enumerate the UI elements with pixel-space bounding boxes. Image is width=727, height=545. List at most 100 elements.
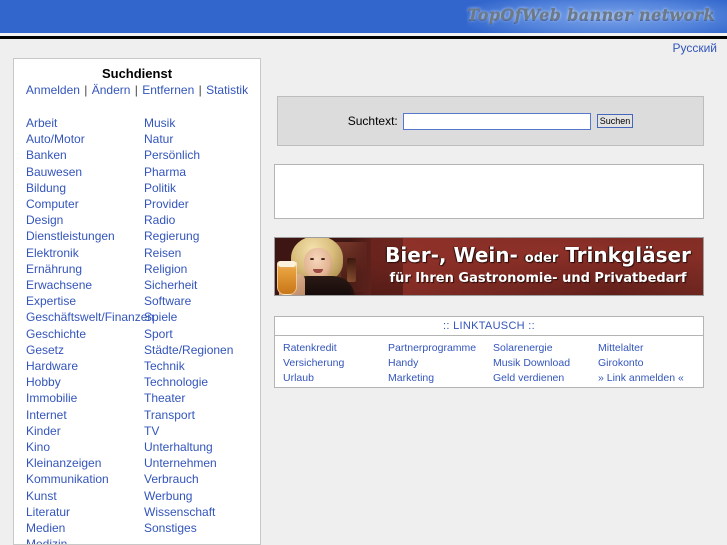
search-results-panel	[274, 164, 704, 219]
link-exchange-column-2: Partnerprogramme Handy Marketing	[388, 341, 493, 386]
category-link-software[interactable]: Software	[144, 293, 260, 309]
link-exchange-column-4: Mittelalter Girokonto» Link anmelden «	[598, 341, 703, 386]
category-link-expertise[interactable]: Expertise	[26, 293, 144, 309]
link-exchange-grid: Ratenkredit Versicherung Urlaub Partnerprog…	[275, 336, 703, 386]
category-link-ernährung[interactable]: Ernährung	[26, 261, 144, 277]
link-exchange-link-solarenergie[interactable]: Solarenergie	[493, 341, 598, 356]
ad-photo-beer-foam	[278, 261, 296, 267]
category-link-kleinanzeigen[interactable]: Kleinanzeigen	[26, 455, 144, 471]
link-exchange-column-1: Ratenkredit Versicherung Urlaub	[283, 341, 388, 386]
category-link-medizin[interactable]: Medizin	[26, 536, 144, 544]
category-link-bauwesen[interactable]: Bauwesen	[26, 164, 144, 180]
link-exchange-link-geld-verdienen[interactable]: Geld verdienen	[493, 371, 598, 386]
category-link-reisen[interactable]: Reisen	[144, 245, 260, 261]
link-exchange-link-versicherung[interactable]: Versicherung	[283, 356, 388, 371]
category-link-technik[interactable]: Technik	[144, 358, 260, 374]
site-header-banner: TopOfWeb banner network	[0, 0, 727, 33]
link-exchange-link-ratenkredit[interactable]: Ratenkredit	[283, 341, 388, 356]
category-link-geschichte[interactable]: Geschichte	[26, 326, 144, 342]
category-link-banken[interactable]: Banken	[26, 147, 144, 163]
advertisement-banner[interactable]: Bier-, Wein- oder Trinkgläser für Ihren …	[274, 237, 704, 296]
category-link-dienstleistungen[interactable]: Dienstleistungen	[26, 228, 144, 244]
category-link-provider[interactable]: Provider	[144, 196, 260, 212]
category-link-radio[interactable]: Radio	[144, 212, 260, 228]
category-link-sport[interactable]: Sport	[144, 326, 260, 342]
link-exchange-link-mittelalter[interactable]: Mittelalter	[598, 341, 703, 356]
category-grid: Arbeit Auto/Motor Banken Bauwesen Bildung Com…	[14, 101, 260, 544]
ad-headline-conjunction: oder	[524, 251, 559, 266]
category-link-geschäftswelt-finanzen[interactable]: Geschäftswelt/Finanzen	[26, 309, 154, 325]
category-link-medien[interactable]: Medien	[26, 520, 144, 536]
category-link-regierung[interactable]: Regierung	[144, 228, 260, 244]
category-link-auto-motor[interactable]: Auto/Motor	[26, 131, 144, 147]
sidebar-title: Suchdienst	[101, 66, 173, 81]
ad-headline-part1: Bier-, Wein-	[385, 243, 518, 267]
sidebar-nav-link-statistik[interactable]: Statistik	[206, 83, 248, 97]
category-link-kinder[interactable]: Kinder	[26, 423, 144, 439]
category-link-literatur[interactable]: Literatur	[26, 504, 144, 520]
category-link-gesetz[interactable]: Gesetz	[26, 342, 144, 358]
category-link-arbeit[interactable]: Arbeit	[26, 115, 144, 131]
category-link-hobby[interactable]: Hobby	[26, 374, 144, 390]
category-link-immobilie[interactable]: Immobilie	[26, 390, 144, 406]
category-link-computer[interactable]: Computer	[26, 196, 144, 212]
category-column-right: Musik Natur Persönlich Pharma Politik Provide…	[144, 115, 260, 544]
category-link-unternehmen[interactable]: Unternehmen	[144, 455, 260, 471]
category-link-hardware[interactable]: Hardware	[26, 358, 144, 374]
category-link-religion[interactable]: Religion	[144, 261, 260, 277]
category-link-pharma[interactable]: Pharma	[144, 164, 260, 180]
ad-photo-edge-fade	[349, 238, 371, 295]
category-link-politik[interactable]: Politik	[144, 180, 260, 196]
link-exchange-link-musik-download[interactable]: Musik Download	[493, 356, 598, 371]
link-exchange-link-link-anmelden[interactable]: » Link anmelden «	[598, 371, 703, 386]
category-link-kunst[interactable]: Kunst	[26, 488, 144, 504]
ad-headline-part2: Trinkgläser	[565, 243, 691, 267]
sidebar-nav-link--ndern[interactable]: Ändern	[92, 83, 131, 97]
category-link-sicherheit[interactable]: Sicherheit	[144, 277, 260, 293]
category-link-persönlich[interactable]: Persönlich	[144, 147, 260, 163]
search-panel: Suchtext: Suchen	[277, 96, 704, 146]
category-link-verbrauch[interactable]: Verbrauch	[144, 471, 260, 487]
link-exchange-link-handy[interactable]: Handy	[388, 356, 493, 371]
category-link-werbung[interactable]: Werbung	[144, 488, 260, 504]
category-link-bildung[interactable]: Bildung	[26, 180, 144, 196]
category-link-theater[interactable]: Theater	[144, 390, 260, 406]
category-link-natur[interactable]: Natur	[144, 131, 260, 147]
ad-photo-eye-right	[321, 258, 325, 260]
category-link-wissenschaft[interactable]: Wissenschaft	[144, 504, 260, 520]
category-link-kommunikation[interactable]: Kommunikation	[26, 471, 144, 487]
link-exchange-link-girokonto[interactable]: Girokonto	[598, 356, 703, 371]
link-exchange-header: :: LINKTAUSCH ::	[275, 317, 703, 336]
category-link-design[interactable]: Design	[26, 212, 144, 228]
sidebar-nav-link-anmelden[interactable]: Anmelden	[26, 83, 80, 97]
ad-headline: Bier-, Wein- oder Trinkgläser	[375, 244, 701, 270]
category-link-städte-regionen[interactable]: Städte/Regionen	[144, 342, 260, 358]
category-link-unterhaltung[interactable]: Unterhaltung	[144, 439, 260, 455]
category-link-transport[interactable]: Transport	[144, 407, 260, 423]
sidebar-nav-links: Anmelden | Ändern | Entfernen | Statisti…	[14, 83, 260, 101]
link-exchange-link-marketing[interactable]: Marketing	[388, 371, 493, 386]
language-link-russian[interactable]: Русский	[672, 41, 717, 55]
sidebar-nav-separator: |	[195, 83, 206, 97]
sidebar-nav-separator: |	[80, 83, 91, 97]
category-link-musik[interactable]: Musik	[144, 115, 260, 131]
header-divider-dark	[0, 36, 727, 39]
category-link-tv[interactable]: TV	[144, 423, 260, 439]
link-exchange-column-3: Solarenergie Musik Download Geld verdienen	[493, 341, 598, 386]
link-exchange-link-urlaub[interactable]: Urlaub	[283, 371, 388, 386]
ad-photo-eye-left	[310, 258, 314, 260]
link-exchange-link-partnerprogramme[interactable]: Partnerprogramme	[388, 341, 493, 356]
search-input[interactable]	[402, 112, 591, 130]
category-link-kino[interactable]: Kino	[26, 439, 144, 455]
category-link-internet[interactable]: Internet	[26, 407, 144, 423]
sidebar-nav-separator: |	[131, 83, 142, 97]
category-link-technologie[interactable]: Technologie	[144, 374, 260, 390]
category-link-sonstiges[interactable]: Sonstiges	[144, 520, 260, 536]
sidebar-nav-link-entfernen[interactable]: Entfernen	[142, 83, 194, 97]
search-label: Suchtext:	[347, 114, 398, 128]
category-link-elektronik[interactable]: Elektronik	[26, 245, 144, 261]
search-submit-button[interactable]: Suchen	[596, 114, 634, 128]
brand-title: TopOfWeb banner network	[467, 5, 715, 24]
category-link-erwachsene[interactable]: Erwachsene	[26, 277, 144, 293]
category-link-spiele[interactable]: Spiele	[144, 309, 260, 325]
